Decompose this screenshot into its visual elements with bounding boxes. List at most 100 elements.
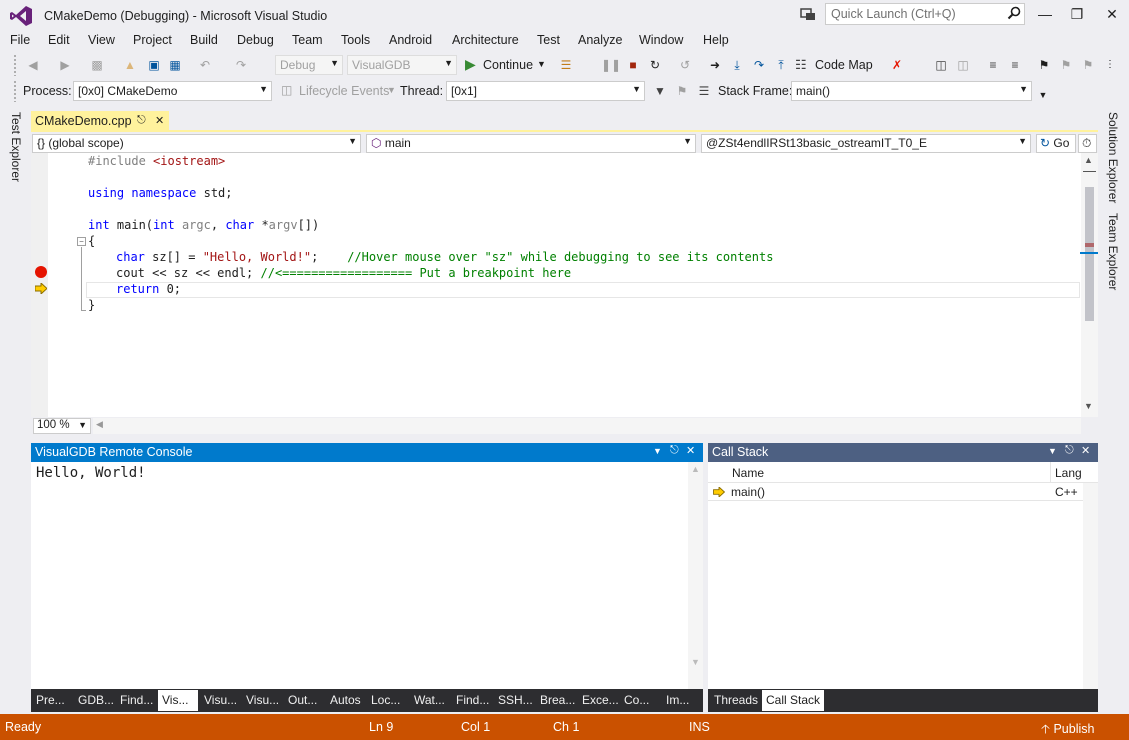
close-icon[interactable]: ✕ [1081,444,1090,457]
call-stack-header[interactable]: Call Stack ▼ ⎋ ✕ [708,443,1098,462]
menu-test[interactable]: Test [537,33,560,47]
scroll-down-icon[interactable]: ▼ [691,657,700,667]
step-into-icon[interactable]: ⤓ [729,57,745,73]
menu-file[interactable]: File [10,33,30,47]
process-dropdown[interactable]: [0x0] CMakeDemo ▼ [73,81,272,101]
undo-icon[interactable]: ↶ [197,57,213,73]
code-map-button[interactable]: ☷ Code Map [795,56,875,76]
member-dropdown[interactable]: ⬡ main ▼ [366,134,696,153]
publish-button[interactable]: 🡡 Publish [1041,720,1094,740]
bookmark-icon[interactable]: ⚑ [1036,57,1052,73]
console-header[interactable]: VisualGDB Remote Console ▼ ⎋ ✕ [31,443,703,462]
scroll-up-icon[interactable]: ▲ [691,464,700,474]
process-icon[interactable]: ☰ [558,57,574,73]
split-icon[interactable]: ▲ [1084,155,1093,165]
tab-ssh[interactable]: SSH... [494,690,537,711]
menu-window[interactable]: Window [639,33,683,47]
previous-bookmark-icon[interactable]: ⚑ [1058,57,1074,73]
search-icon[interactable] [1007,6,1021,20]
forward-icon[interactable]: ▶ [57,57,73,73]
column-name[interactable]: Name [732,466,764,480]
scope-dropdown[interactable]: {} (global scope) ▼ [32,134,361,153]
comment-lines-icon[interactable]: ≡ [985,57,1001,73]
call-stack-body[interactable]: Name Lang main() C++ [708,462,1098,689]
team-explorer-tab[interactable]: Team Explorer [1106,213,1120,290]
platform-dropdown[interactable]: VisualGDB ▼ [347,55,457,75]
menu-architecture[interactable]: Architecture [452,33,519,47]
sync-button[interactable]: ⏱ [1078,134,1097,153]
menu-analyze[interactable]: Analyze [578,33,622,47]
toolbar-grip[interactable] [13,54,17,76]
save-all-icon[interactable]: ▦ [167,57,183,73]
apply-code-changes-icon[interactable]: ↺ [677,57,693,73]
stack-frame-dropdown[interactable]: main() ▼ [791,81,1032,101]
next-bookmark-icon[interactable]: ⚑ [1080,57,1096,73]
menu-view[interactable]: View [88,33,115,47]
chevron-down-icon[interactable]: ▼ [1048,446,1057,456]
redo-icon[interactable]: ↷ [233,57,249,73]
step-over-icon[interactable]: ↷ [751,57,767,73]
pin-icon[interactable]: ⎋ [137,114,146,127]
toolbar-options-icon[interactable]: ⋮ [1102,57,1118,73]
menu-edit[interactable]: Edit [48,33,70,47]
tab-exceptions[interactable]: Exce... [578,690,623,711]
pin-icon[interactable]: ⎋ [670,444,679,457]
tab-visu-2[interactable]: Visu... [242,690,283,711]
tab-threads[interactable]: Threads [710,690,762,711]
stack-frame-icon[interactable]: ☰ [696,83,712,99]
close-tab-icon[interactable]: ✕ [155,114,164,127]
breakpoint-icon[interactable] [35,266,47,278]
column-divider[interactable] [1050,462,1051,483]
document-tab[interactable]: CMakeDemo.cpp ⎋ ✕ [31,111,169,131]
solution-explorer-tab[interactable]: Solution Explorer [1106,112,1120,203]
splitter[interactable] [1083,171,1096,172]
open-folder-icon[interactable]: ▲ [122,57,138,73]
config-dropdown[interactable]: Debug ▼ [275,55,343,75]
zoom-dropdown[interactable]: 100 % ▼ [33,418,91,434]
stop-icon[interactable]: ■ [625,57,641,73]
close-icon[interactable]: ✕ [686,444,695,457]
menu-project[interactable]: Project [133,33,172,47]
tab-call-stack[interactable]: Call Stack [762,690,825,711]
symbol-dropdown[interactable]: @ZSt4endlIRSt13basic_ostreamIT_T0_E ▼ [701,134,1031,153]
scroll-down-icon[interactable]: ▼ [1084,401,1093,411]
exceptions-icon[interactable]: ✗ [889,57,905,73]
tab-find-2[interactable]: Find... [452,690,493,711]
console-body[interactable]: Hello, World! ▲ ▼ [31,462,703,689]
tab-immediate[interactable]: Im... [662,690,693,711]
continue-button[interactable]: ▶ Continue ▼ [462,55,550,75]
restore-icon[interactable]: ❐ [1066,4,1088,24]
restart-icon[interactable]: ↻ [647,57,663,73]
tab-watch[interactable]: Wat... [410,690,449,711]
menu-tools[interactable]: Tools [341,33,370,47]
tab-command[interactable]: Co... [620,690,653,711]
step-out-icon[interactable]: ⤒ [773,57,789,73]
test-explorer-tab[interactable]: Test Explorer [9,112,23,182]
tab-find[interactable]: Find... [116,690,157,711]
chevron-down-icon[interactable]: ▼ [653,446,662,456]
uncomment-lines-icon[interactable]: ≡ [1007,57,1023,73]
editor-vertical-scrollbar[interactable]: ▲ ▼ [1081,153,1098,417]
tab-locals[interactable]: Loc... [367,690,404,711]
call-stack-scrollbar[interactable] [1083,483,1098,689]
menu-team[interactable]: Team [292,33,323,47]
back-icon[interactable]: ◀ [25,57,41,73]
tab-autos[interactable]: Autos [326,690,365,711]
filter-icon[interactable]: ▼ [652,83,668,99]
new-project-icon[interactable]: ▩ [89,57,105,73]
collapse-outline-icon[interactable]: − [77,237,86,246]
tab-gdb[interactable]: GDB... [74,690,118,711]
minimize-icon[interactable]: — [1034,4,1056,24]
menu-debug[interactable]: Debug [237,33,274,47]
menu-android[interactable]: Android [389,33,432,47]
go-button[interactable]: ↻ Go [1036,134,1076,153]
lifecycle-events-button[interactable]: ◫ Lifecycle Events ▼ [281,81,396,101]
find-in-files-icon[interactable]: ◫ [933,57,949,73]
toolbar-options-icon[interactable]: ▼ [1035,87,1051,103]
feedback-icon[interactable] [800,6,816,22]
tab-visu-1[interactable]: Visu... [200,690,241,711]
thread-dropdown[interactable]: [0x1] ▼ [446,81,645,101]
code-text[interactable]: #include <iostream> using namespace std;… [88,153,773,312]
close-icon[interactable]: ✕ [1101,4,1123,24]
menu-help[interactable]: Help [703,33,729,47]
